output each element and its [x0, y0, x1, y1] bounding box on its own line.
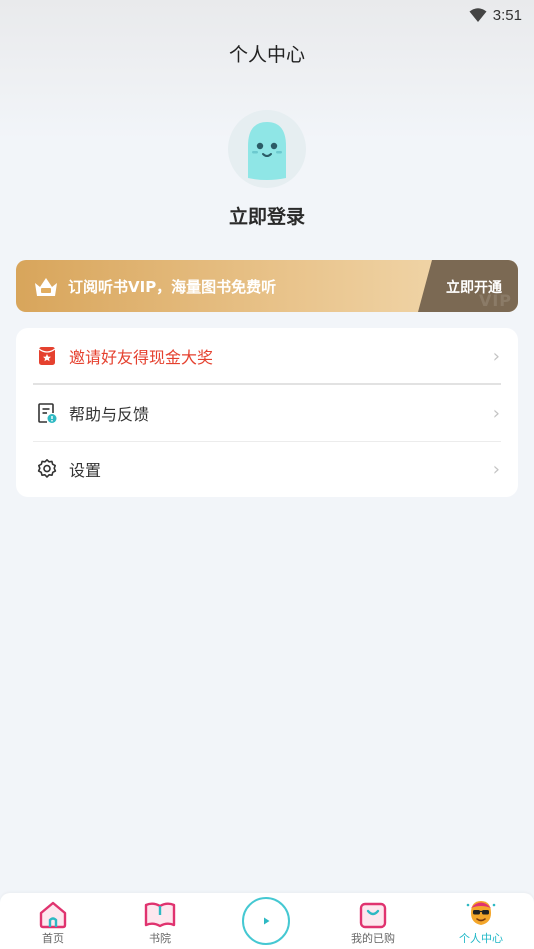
ghost-avatar-icon [248, 122, 286, 180]
nav-label: 个人中心 [459, 932, 503, 945]
menu-item-invite[interactable]: 邀请好友得现金大奖 › [16, 328, 518, 384]
avatar[interactable] [228, 110, 306, 188]
book-icon [144, 902, 176, 928]
nav-home[interactable]: 首页 [13, 893, 93, 949]
feedback-icon [38, 403, 57, 423]
home-icon [39, 901, 67, 929]
menu-item-label: 邀请好友得现金大奖 [69, 348, 214, 367]
vip-open-label: 立即开通 [446, 280, 502, 296]
chevron-right-icon: › [492, 345, 500, 367]
menu-item-settings[interactable]: 设置 › [16, 441, 518, 497]
vip-banner[interactable]: 订阅听书VIP，海量图书免费听 VIP 立即开通 [16, 260, 518, 312]
wifi-icon [469, 8, 487, 22]
menu-item-label: 设置 [69, 461, 102, 480]
vip-crown-icon [35, 278, 57, 296]
status-time: 3:51 [492, 6, 522, 24]
status-bar: 3:51 [0, 0, 534, 30]
chevron-right-icon: › [492, 402, 500, 424]
nav-bookstore[interactable]: 书院 [120, 893, 200, 949]
play-button[interactable] [242, 897, 290, 945]
vip-open-button[interactable]: VIP 立即开通 [418, 260, 518, 312]
nav-purchased[interactable]: 我的已购 [333, 893, 413, 949]
red-envelope-icon [38, 347, 56, 365]
chevron-right-icon: › [492, 458, 500, 480]
nav-label: 我的已购 [351, 932, 395, 945]
menu-item-label: 帮助与反馈 [69, 405, 150, 424]
page-title: 个人中心 [228, 44, 305, 66]
menu-card: 邀请好友得现金大奖 › 帮助与反馈 › 设置 › [16, 328, 518, 497]
play-icon [258, 913, 274, 929]
bag-icon [359, 902, 387, 929]
vip-promo-text: 订阅听书VIP，海量图书免费听 [68, 278, 277, 296]
settings-gear-icon [37, 459, 57, 478]
login-button[interactable]: 立即登录 [0, 202, 534, 229]
nav-profile[interactable]: 个人中心 [441, 893, 521, 949]
nav-label: 书院 [149, 932, 171, 945]
profile-mascot-icon [466, 901, 496, 925]
nav-label: 首页 [42, 932, 64, 945]
menu-item-help-feedback[interactable]: 帮助与反馈 › [16, 385, 518, 441]
